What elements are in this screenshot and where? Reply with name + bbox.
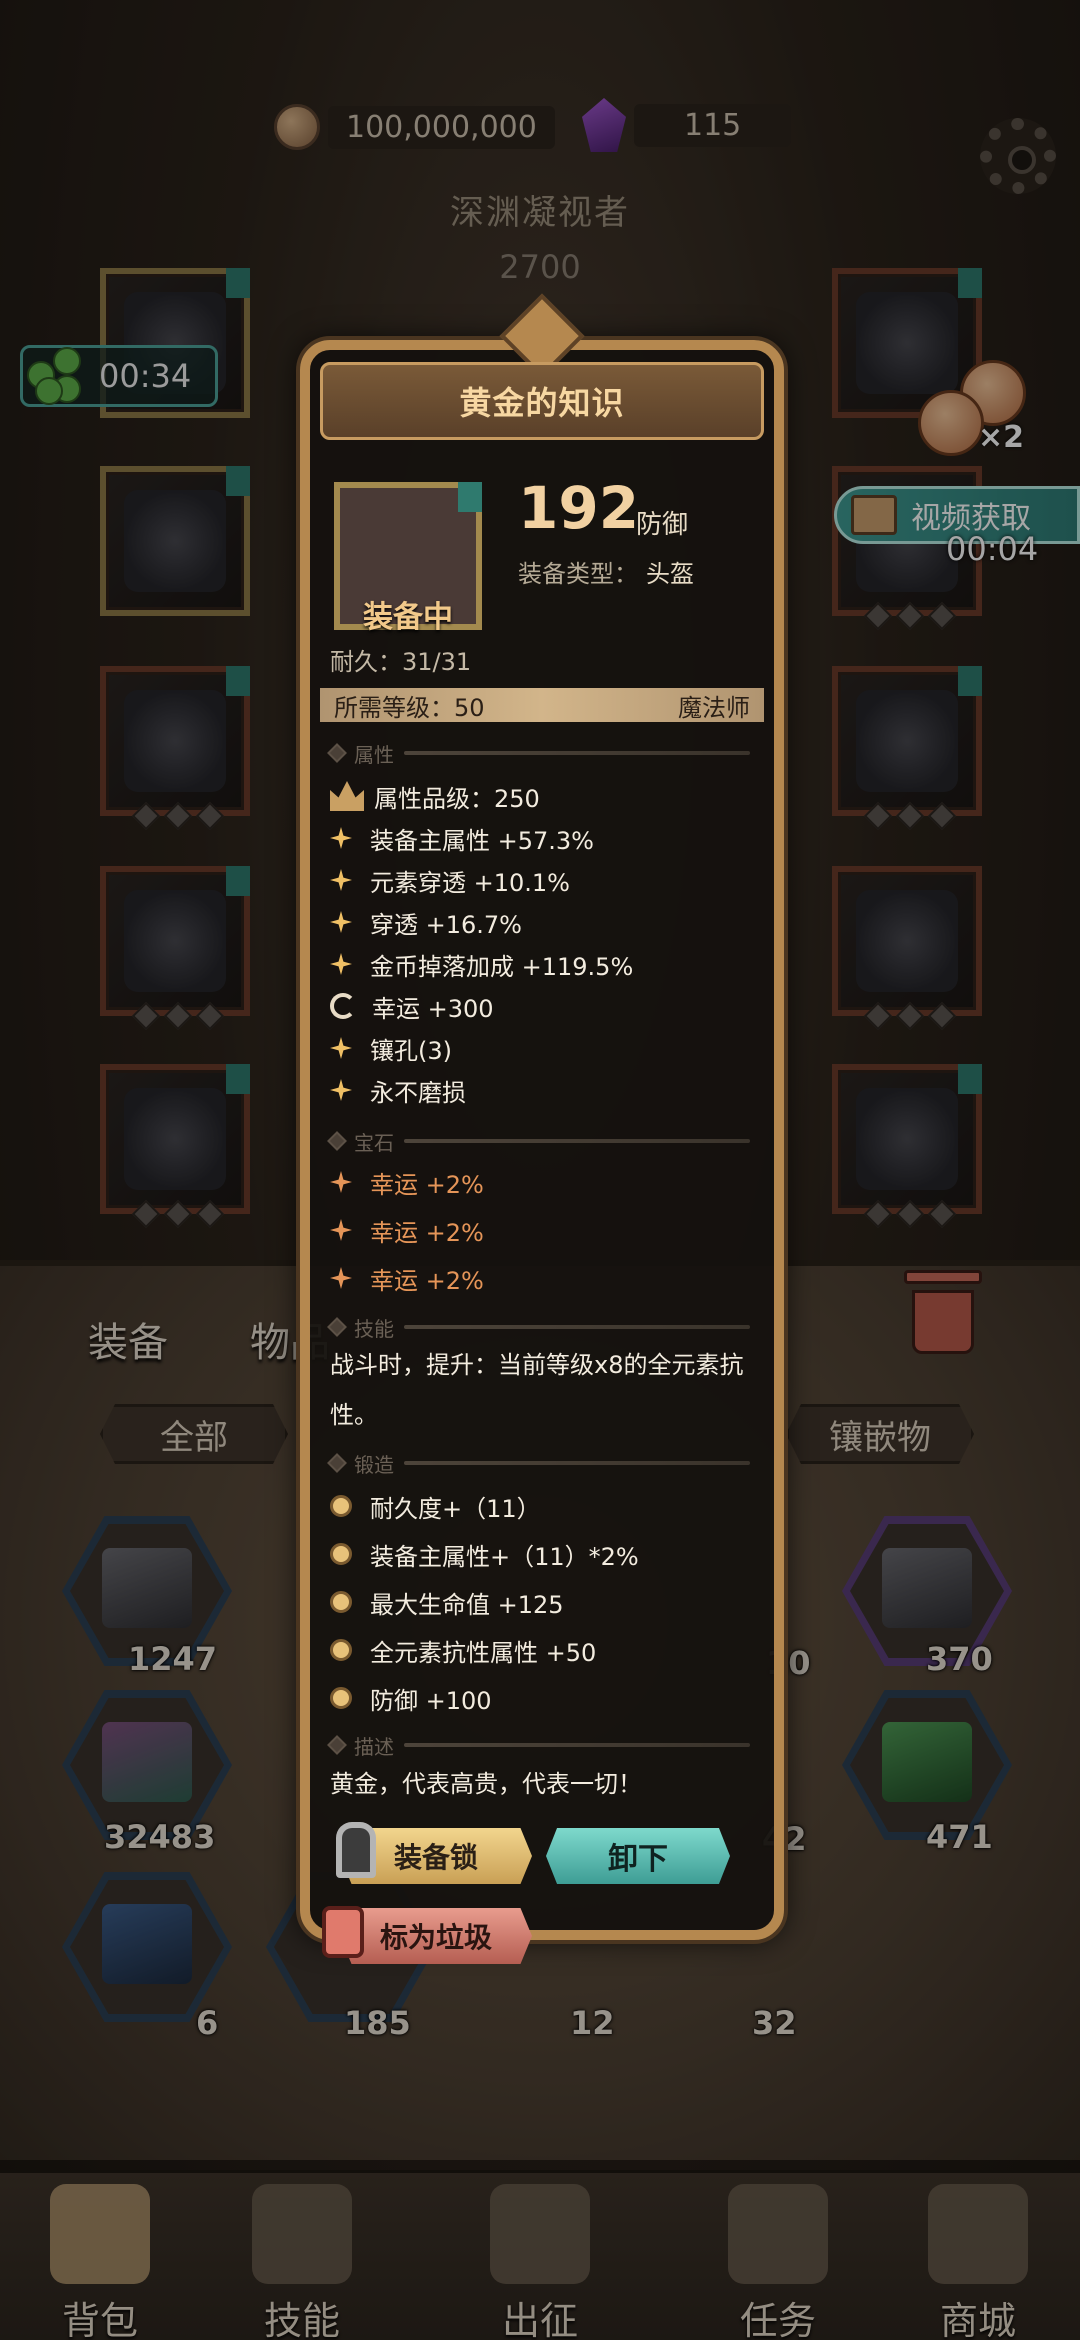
section-forge: 锻造 [327, 1450, 750, 1477]
gem-line: 幸运 +2% [330, 1210, 760, 1250]
unequip-button[interactable]: 卸下 [546, 1828, 730, 1884]
defense-unit: 防御 [636, 510, 689, 540]
sockets-line: 镶孔(3) [330, 1028, 760, 1068]
star-icon [330, 1219, 352, 1241]
star-icon [330, 1171, 352, 1193]
equip-type-value: 头盔 [646, 560, 694, 588]
star-icon [330, 1267, 352, 1289]
section-attributes: 属性 [327, 740, 750, 767]
item-detail-modal: 黄金的知识 装备中 192 防御 装备类型： 头盔 耐久：31/31 所需等级：… [300, 293, 784, 1964]
durability: 耐久：31/31 [330, 648, 472, 676]
star-icon [330, 869, 352, 891]
dot-icon [330, 1543, 352, 1565]
section-description: 描述 [327, 1732, 750, 1759]
attribute-grade: 属性品级：250 [330, 776, 760, 816]
modal-header: 黄金的知识 [320, 362, 764, 440]
item-description: 黄金，代表高贵，代表一切！ [330, 1770, 642, 1798]
attribute-line: 金币掉落加成 +119.5% [330, 944, 760, 984]
equipped-badge: 装备中 [363, 600, 453, 635]
dot-icon [330, 1495, 352, 1517]
crown-icon [330, 781, 364, 811]
star-icon [330, 827, 352, 849]
gem-line: 幸运 +2% [330, 1258, 760, 1298]
dot-icon [330, 1591, 352, 1613]
lock-icon [336, 1822, 376, 1878]
attribute-line: 元素穿透 +10.1% [330, 860, 760, 900]
skill-description: 战斗时，提升：当前等级x8的全元素抗性。 [330, 1351, 744, 1429]
lantern-icon [322, 1906, 364, 1958]
star-icon [330, 911, 352, 933]
equip-type-label: 装备类型： [518, 560, 638, 588]
forge-line: 全元素抗性属性 +50 [330, 1630, 760, 1670]
item-title: 黄金的知识 [459, 384, 625, 422]
section-skill: 技能 [327, 1314, 750, 1341]
star-icon [330, 1037, 352, 1059]
defense-value: 192 [518, 474, 640, 542]
forge-line: 最大生命值 +125 [330, 1582, 760, 1622]
mark-junk-button[interactable]: 标为垃圾 [340, 1908, 532, 1964]
gem-line: 幸运 +2% [330, 1162, 760, 1202]
requirement-bar: 所需等级：50 魔法师 [320, 688, 764, 722]
star-icon [330, 1079, 352, 1101]
forge-line: 防御 +100 [330, 1678, 760, 1718]
reroll-icon [330, 993, 356, 1019]
attribute-line: 穿透 +16.7% [330, 902, 760, 942]
indestructible-line: 永不磨损 [330, 1070, 760, 1110]
attribute-line: 装备主属性 +57.3% [330, 818, 760, 858]
star-icon [330, 953, 352, 975]
required-level: 所需等级：50 [334, 693, 485, 722]
required-class: 魔法师 [678, 693, 750, 722]
slot-flag-icon [458, 482, 482, 512]
section-gems: 宝石 [327, 1128, 750, 1155]
luck-line: 幸运 +300 [330, 986, 760, 1026]
forge-line: 耐久度+（11） [330, 1486, 760, 1526]
forge-line: 装备主属性+（11）*2% [330, 1534, 760, 1574]
dot-icon [330, 1639, 352, 1661]
dot-icon [330, 1687, 352, 1709]
